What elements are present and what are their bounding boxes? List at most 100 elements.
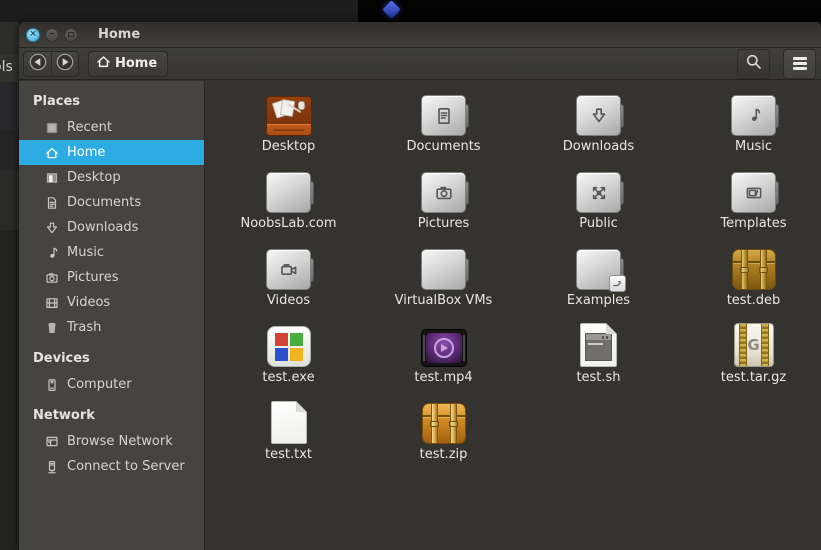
background-text-fragment: ols <box>0 59 13 75</box>
connect-server-icon <box>44 459 60 475</box>
window-title: Home <box>98 27 141 42</box>
file-item-label: Pictures <box>417 216 470 231</box>
file-item-noobslab-com[interactable]: NoobsLab.com <box>211 166 366 243</box>
downloads-icon <box>44 220 60 236</box>
file-item-label: Downloads <box>562 139 635 154</box>
file-item-label: test.tar.gz <box>720 370 787 385</box>
desktop-special-icon <box>265 89 312 136</box>
hamburger-menu-icon <box>792 57 807 70</box>
file-item-label: test.exe <box>262 370 315 385</box>
sidebar-item-trash[interactable]: Trash <box>19 315 204 340</box>
file-item-label: Public <box>579 216 618 231</box>
music-icon <box>44 245 60 261</box>
menu-button[interactable] <box>783 48 816 79</box>
sidebar-item-downloads[interactable]: Downloads <box>19 215 204 240</box>
file-item-label: test.sh <box>576 370 621 385</box>
sidebar-item-videos[interactable]: Videos <box>19 290 204 315</box>
file-item-test-zip[interactable]: test.zip <box>366 397 521 474</box>
forward-button[interactable] <box>51 51 78 76</box>
sidebar-item-label: Desktop <box>67 170 121 185</box>
file-exe-icon <box>266 320 311 367</box>
computer-icon <box>44 377 60 393</box>
file-item-music[interactable]: Music <box>676 89 821 166</box>
file-archive-icon: G <box>733 320 774 367</box>
file-item-pictures[interactable]: Pictures <box>366 166 521 243</box>
window-close-button[interactable]: × <box>26 27 40 42</box>
sidebar-item-computer[interactable]: Computer <box>19 372 204 397</box>
file-item-label: Desktop <box>261 139 316 154</box>
documents-icon <box>44 195 60 211</box>
sidebar-item-music[interactable]: Music <box>19 240 204 265</box>
file-item-label: test.zip <box>419 447 468 462</box>
package-zip-icon <box>421 397 466 444</box>
folder-link-icon <box>576 243 626 292</box>
file-item-label: Documents <box>406 139 481 154</box>
trash-icon <box>44 320 60 336</box>
sidebar-item-connect-to-server[interactable]: Connect to Server <box>19 454 204 479</box>
file-text-icon <box>270 397 307 444</box>
folder-videos-icon <box>266 243 314 290</box>
breadcrumb-label: Home <box>115 56 158 71</box>
sidebar-item-browse-network[interactable]: Browse Network <box>19 429 204 454</box>
file-item-examples[interactable]: Examples <box>521 243 676 320</box>
home-icon <box>96 54 111 73</box>
file-item-templates[interactable]: Templates <box>676 166 821 243</box>
file-item-label: Examples <box>566 293 631 308</box>
file-item-public[interactable]: Public <box>521 166 676 243</box>
file-item-virtualbox-vms[interactable]: VirtualBox VMs <box>366 243 521 320</box>
navigation-button-group <box>23 50 79 77</box>
sidebar-section-header-network: Network <box>33 408 95 423</box>
recent-icon <box>44 120 60 136</box>
videos-icon <box>44 295 60 311</box>
sidebar-item-label: Browse Network <box>67 434 173 449</box>
back-button[interactable] <box>24 52 51 76</box>
folder-downloads-icon <box>576 89 624 136</box>
sidebar-section-header-devices: Devices <box>33 351 90 366</box>
file-item-test-mp4[interactable]: test.mp4 <box>366 320 521 397</box>
breadcrumb-home-button[interactable]: Home <box>88 50 169 77</box>
folder-plain-icon <box>266 166 314 213</box>
window-maximize-button[interactable] <box>64 27 78 42</box>
file-item-label: Templates <box>720 216 787 231</box>
titlebar[interactable]: × – Home <box>19 22 821 48</box>
folder-pictures-icon <box>421 166 469 213</box>
sidebar-item-label: Home <box>67 145 106 160</box>
file-item-desktop[interactable]: Desktop <box>211 89 366 166</box>
sidebar-item-label: Pictures <box>67 270 119 285</box>
file-item-label: VirtualBox VMs <box>394 293 493 308</box>
sidebar-item-label: Computer <box>67 377 132 392</box>
file-item-test-sh[interactable]: test.sh <box>521 320 676 397</box>
package-deb-icon <box>731 243 776 290</box>
home-icon <box>44 145 60 161</box>
file-item-test-deb[interactable]: test.deb <box>676 243 821 320</box>
file-item-label: Videos <box>266 293 311 308</box>
sidebar-item-documents[interactable]: Documents <box>19 190 204 215</box>
file-item-documents[interactable]: Documents <box>366 89 521 166</box>
file-item-downloads[interactable]: Downloads <box>521 89 676 166</box>
link-emblem-icon <box>609 275 626 292</box>
file-item-test-tar-gz[interactable]: Gtest.tar.gz <box>676 320 821 397</box>
desktop-background: ols × – Home Home PlacesRecentHomeD <box>0 0 821 550</box>
sidebar-item-desktop[interactable]: Desktop <box>19 165 204 190</box>
file-item-videos[interactable]: Videos <box>211 243 366 320</box>
toolbar: Home <box>19 48 821 80</box>
file-browser-content: Desktop Documents Downloads Music NoobsLab.c… <box>205 81 821 550</box>
sidebar-item-pictures[interactable]: Pictures <box>19 265 204 290</box>
search-icon <box>745 53 763 75</box>
file-item-test-exe[interactable]: test.exe <box>211 320 366 397</box>
folder-templates-icon <box>731 166 779 213</box>
wallpaper-logo-diamond <box>382 0 401 19</box>
file-item-test-txt[interactable]: test.txt <box>211 397 366 474</box>
file-grid: Desktop Documents Downloads Music NoobsLab.c… <box>211 89 821 474</box>
wallpaper-left-strip: ols <box>0 22 19 550</box>
sidebar-item-home[interactable]: Home <box>19 140 204 165</box>
search-button[interactable] <box>737 48 770 79</box>
sidebar-item-recent[interactable]: Recent <box>19 115 204 140</box>
window-minimize-button[interactable]: – <box>45 27 59 42</box>
back-arrow-icon <box>29 53 47 75</box>
file-manager-window: × – Home Home Places Recent Home Desktop Doc… <box>19 22 821 550</box>
desktop-icon <box>44 170 60 186</box>
folder-public-icon <box>576 166 624 213</box>
file-item-label: test.mp4 <box>414 370 473 385</box>
maximize-icon <box>68 32 74 37</box>
